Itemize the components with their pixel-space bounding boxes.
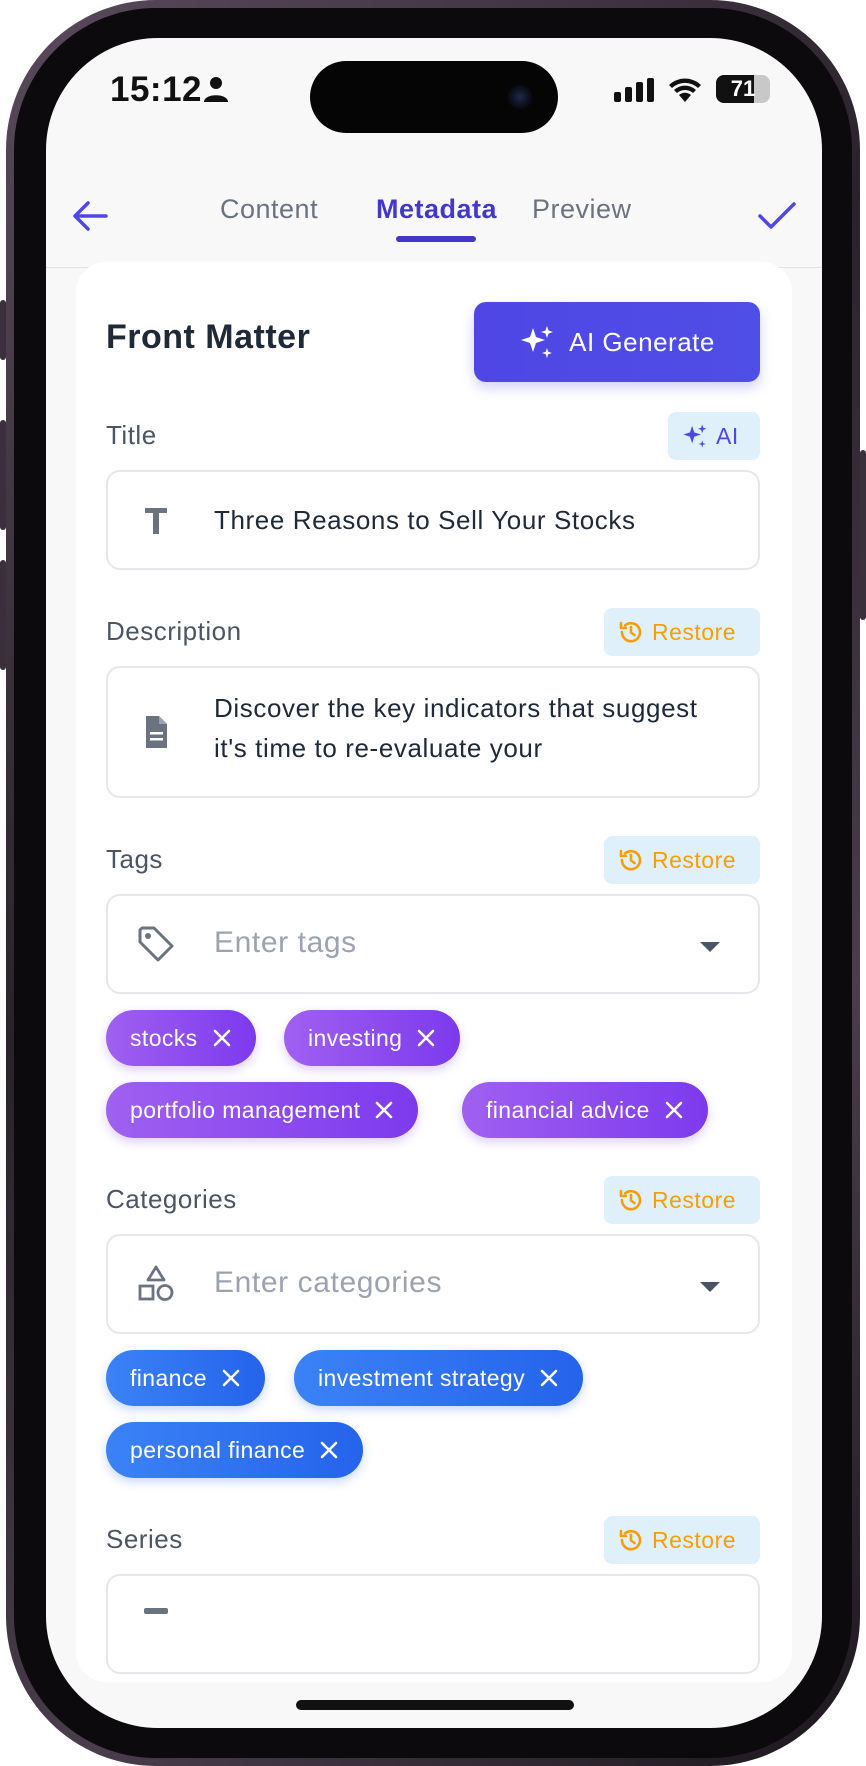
title-ai-label: AI [716,422,739,449]
battery-level: 71 [730,76,756,101]
categories-restore-label: Restore [652,1186,737,1213]
tab-content[interactable]: Content [220,194,318,225]
status-time: 15:12 [110,70,203,109]
tag-chip-label: investing [308,1024,403,1051]
close-icon[interactable] [664,1100,684,1120]
close-icon[interactable] [212,1028,232,1048]
chevron-down-icon[interactable] [698,940,722,954]
tag-chip[interactable]: financial advice [462,1082,708,1138]
tags-restore-label: Restore [652,846,737,873]
camera-icon [508,85,532,109]
ai-generate-button[interactable]: AI Generate [474,302,760,382]
volume-down-button [0,560,6,670]
tab-indicator [396,236,476,242]
description-label: Description [106,616,242,646]
category-chip-label: personal finance [130,1436,306,1463]
document-icon [146,716,167,748]
close-icon[interactable] [539,1368,559,1388]
person-icon [204,77,228,102]
action-button [0,300,6,360]
tag-chip[interactable]: stocks [106,1010,256,1066]
description-restore-button[interactable]: Restore [604,608,760,656]
description-input[interactable]: Discover the key indicators that suggest… [106,666,760,798]
card-title: Front Matter [106,318,311,356]
category-chip[interactable]: finance [106,1350,265,1406]
series-label: Series [106,1524,183,1554]
tag-chip[interactable]: portfolio management [106,1082,419,1138]
category-chip[interactable]: investment strategy [294,1350,584,1406]
title-input[interactable]: Three Reasons to Sell Your Stocks [106,470,760,570]
series-input[interactable] [106,1574,760,1674]
tag-chip-label: portfolio management [130,1096,361,1123]
categories-placeholder: Enter categories [214,1266,443,1299]
category-chip[interactable]: personal finance [106,1422,364,1478]
categories-restore-button[interactable]: Restore [604,1176,760,1224]
tag-chip-label: stocks [130,1024,198,1051]
home-indicator[interactable] [296,1700,574,1710]
title-label: Title [106,420,157,450]
tag-chip-label: financial advice [486,1096,650,1123]
screen: 15:12 71 Content Metadata Preview Front [46,38,822,1728]
categories-label: Categories [106,1184,237,1214]
category-chip-label: finance [130,1364,207,1391]
text-t-icon [145,508,167,534]
shapes-icon [138,1265,174,1301]
tags-placeholder: Enter tags [214,926,357,959]
tab-preview[interactable]: Preview [532,194,632,225]
cellular-signal-icon [614,78,654,102]
arrow-left-icon[interactable] [70,196,110,236]
history-icon [619,849,642,871]
front-matter-card: Front Matter AI Generate Title AI Three … [76,262,792,1682]
power-button [860,450,866,620]
dynamic-island [310,61,558,133]
sparkles-icon [683,424,707,448]
history-icon [619,1189,642,1211]
tags-label: Tags [106,844,163,874]
history-icon [619,1529,642,1551]
description-restore-label: Restore [652,618,737,645]
checkmark-icon[interactable] [756,196,798,236]
tag-icon [138,926,174,962]
close-icon[interactable] [319,1440,339,1460]
categories-input[interactable]: Enter categories [106,1234,760,1334]
close-icon[interactable] [221,1368,241,1388]
wifi-icon [669,78,701,102]
battery-icon: 71 [716,75,770,103]
series-icon [144,1608,168,1614]
ai-generate-label: AI Generate [569,326,715,357]
sparkles-icon [521,326,554,358]
chevron-down-icon[interactable] [698,1280,722,1294]
description-value: Discover the key indicators that suggest… [214,693,698,763]
title-ai-button[interactable]: AI [668,412,760,460]
tab-metadata[interactable]: Metadata [376,194,497,225]
title-value: Three Reasons to Sell Your Stocks [214,505,636,535]
tags-input[interactable]: Enter tags [106,894,760,994]
tags-restore-button[interactable]: Restore [604,836,760,884]
top-nav: Content Metadata Preview [46,156,822,268]
series-restore-button[interactable]: Restore [604,1516,760,1564]
history-icon [619,621,642,643]
volume-up-button [0,420,6,530]
category-chip-label: investment strategy [318,1364,526,1391]
close-icon[interactable] [416,1028,436,1048]
close-icon[interactable] [374,1100,394,1120]
series-restore-label: Restore [652,1526,737,1553]
tag-chip[interactable]: investing [284,1010,461,1066]
